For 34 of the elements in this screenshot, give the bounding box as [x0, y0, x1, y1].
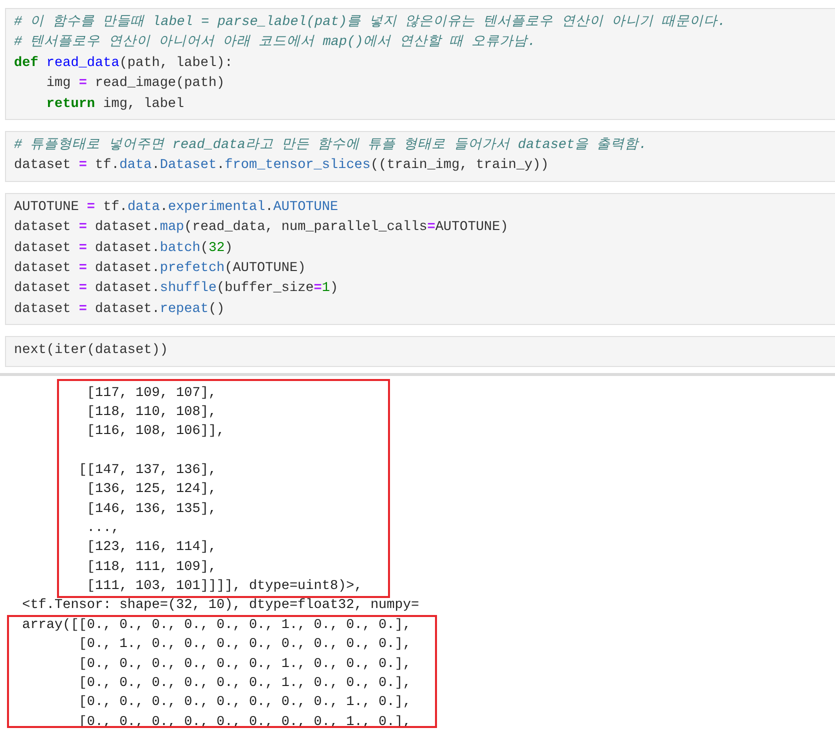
code-line: dataset = dataset.batch(32): [14, 240, 233, 258]
code-line: dataset = dataset.map(read_data, num_parallel_calls=AUTOTUNE): [14, 219, 508, 238]
output-line: [0., 0., 0., 0., 0., 0., 1., 0., 0., 0.],: [78, 674, 411, 693]
output-line: [0., 0., 0., 0., 0., 0., 0., 0., 1., 0.],: [78, 694, 411, 712]
output-line: [146, 136, 135],: [86, 500, 217, 519]
output-line: [118, 110, 108],: [86, 404, 217, 422]
code-line: dataset = dataset.prefetch(AUTOTUNE): [14, 260, 306, 278]
code-line: def read_data(path, label):: [14, 54, 233, 73]
code-line: # 이 함수를 만들때 label = parse_label(pat)를 넣지 않은이유는 텐서플로우 연산이 아니기 때문이다.: [14, 14, 726, 32]
output-line: ...,: [86, 520, 120, 538]
output-line: [136, 125, 124],: [86, 481, 217, 500]
code-line: AUTOTUNE = tf.data.experimental.AUTOTUNE: [14, 198, 338, 217]
output-line: [116, 108, 106]],: [86, 423, 225, 442]
output-line: [123, 116, 114],: [86, 539, 217, 558]
code-line: img = read_image(path): [45, 75, 225, 94]
code-cell[interactable]: # 튜플형태로 넣어주면 read_data라고 만든 함수에 튜플 형태로 들어가서 dataset을 출력함. dataset = tf.data.Dataset.from_tensor_slices((train_img, train_y)): [5, 131, 835, 182]
code-line: # 튜플형태로 넣어주면 read_data라고 만든 함수에 튜플 형태로 들어가서 dataset을 출력함.: [14, 136, 647, 156]
output-line: [111, 103, 101]]]], dtype=uint8)>,: [86, 578, 362, 596]
code-line: # 텐서플로우 연산이 아니어서 아래 코드에서 map()에서 연산할 때 오류가남.: [14, 34, 536, 52]
output-line: [117, 109, 107],: [86, 384, 217, 403]
output-line: array([[0., 0., 0., 0., 0., 0., 1., 0., 0., 0.],: [21, 616, 411, 635]
code-line: return img, label: [45, 96, 184, 114]
code-line: next(iter(dataset)): [14, 342, 168, 360]
code-line: dataset = tf.data.Dataset.from_tensor_slices((train_img, train_y)): [14, 157, 549, 176]
code-cell[interactable]: next(iter(dataset)): [5, 336, 835, 367]
code-cell[interactable]: # 이 함수를 만들때 label = parse_label(pat)를 넣지 않은이유는 텐서플로우 연산이 아니기 때문이다. # 텐서플로우 연산이 아니어서 아래 코드에서 map()에서 연산할 때 오류가남. def read_data(path, label): img = read_image(path) return img, label: [5, 8, 835, 120]
output-line: <tf.Tensor: shape=(32, 10), dtype=float32, numpy=: [21, 597, 420, 616]
output-line: [0., 0., 0., 0., 0., 0., 1., 0., 0., 0.],: [78, 656, 411, 674]
code-cell[interactable]: [5, 192, 835, 326]
output-line: [0., 1., 0., 0., 0., 0., 0., 0., 0., 0.],: [78, 636, 411, 654]
output-line: [[147, 137, 136],: [78, 462, 217, 480]
code-line: dataset = dataset.repeat(): [14, 300, 225, 319]
output-line: [118, 111, 109],: [86, 558, 217, 577]
code-line: dataset = dataset.shuffle(buffer_size=1): [14, 280, 338, 298]
